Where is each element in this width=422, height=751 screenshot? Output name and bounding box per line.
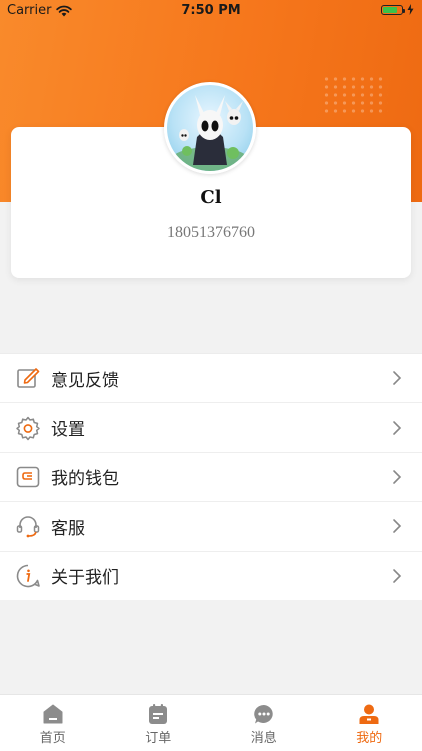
menu-item-about-us[interactable]: 关于我们 [0,551,422,600]
orders-icon [147,703,169,725]
tab-orders[interactable]: 订单 [106,695,212,751]
status-bar: Carrier 7:50 PM [0,0,422,22]
chevron-right-icon [392,518,402,534]
menu-item-customer-service[interactable]: 客服 [0,501,422,550]
tab-label: 首页 [0,727,106,746]
profile-name: Cl [11,187,411,208]
menu-item-wallet[interactable]: 我的钱包 [0,452,422,501]
menu-item-label: 意见反馈 [51,366,119,391]
decorative-dot-pattern [322,75,388,113]
chevron-right-icon [392,568,402,584]
battery-icon [381,5,403,15]
tab-messages[interactable]: 消息 [211,695,317,751]
menu-item-label: 关于我们 [51,563,119,588]
tab-bar: 首页 订单 消息 我的 [0,694,422,751]
message-icon [253,703,275,725]
tab-profile[interactable]: 我的 [317,695,422,751]
chevron-right-icon [392,370,402,386]
menu-item-settings[interactable]: 设置 [0,402,422,451]
menu-item-feedback[interactable]: 意见反馈 [0,353,422,402]
tab-label: 订单 [106,727,212,746]
home-icon [42,703,64,725]
chevron-right-icon [392,420,402,436]
info-icon [15,563,41,589]
headset-icon [15,513,41,539]
menu-item-label: 客服 [51,514,85,539]
status-time: 7:50 PM [0,3,422,18]
profile-icon [358,703,380,725]
battery-level [383,7,397,13]
menu-item-label: 我的钱包 [51,464,119,489]
wallet-icon [15,464,41,490]
settings-menu: 意见反馈 设置 我的钱包 客服 [0,353,422,600]
avatar-image [167,85,253,171]
menu-item-label: 设置 [51,415,85,440]
avatar[interactable] [164,82,256,174]
chevron-right-icon [392,469,402,485]
charging-icon [407,4,414,15]
profile-phone: 18051376760 [11,224,411,242]
edit-icon [15,365,41,391]
gear-icon [15,415,41,441]
tab-label: 消息 [211,727,317,746]
tab-home[interactable]: 首页 [0,695,106,751]
tab-label: 我的 [317,727,422,746]
